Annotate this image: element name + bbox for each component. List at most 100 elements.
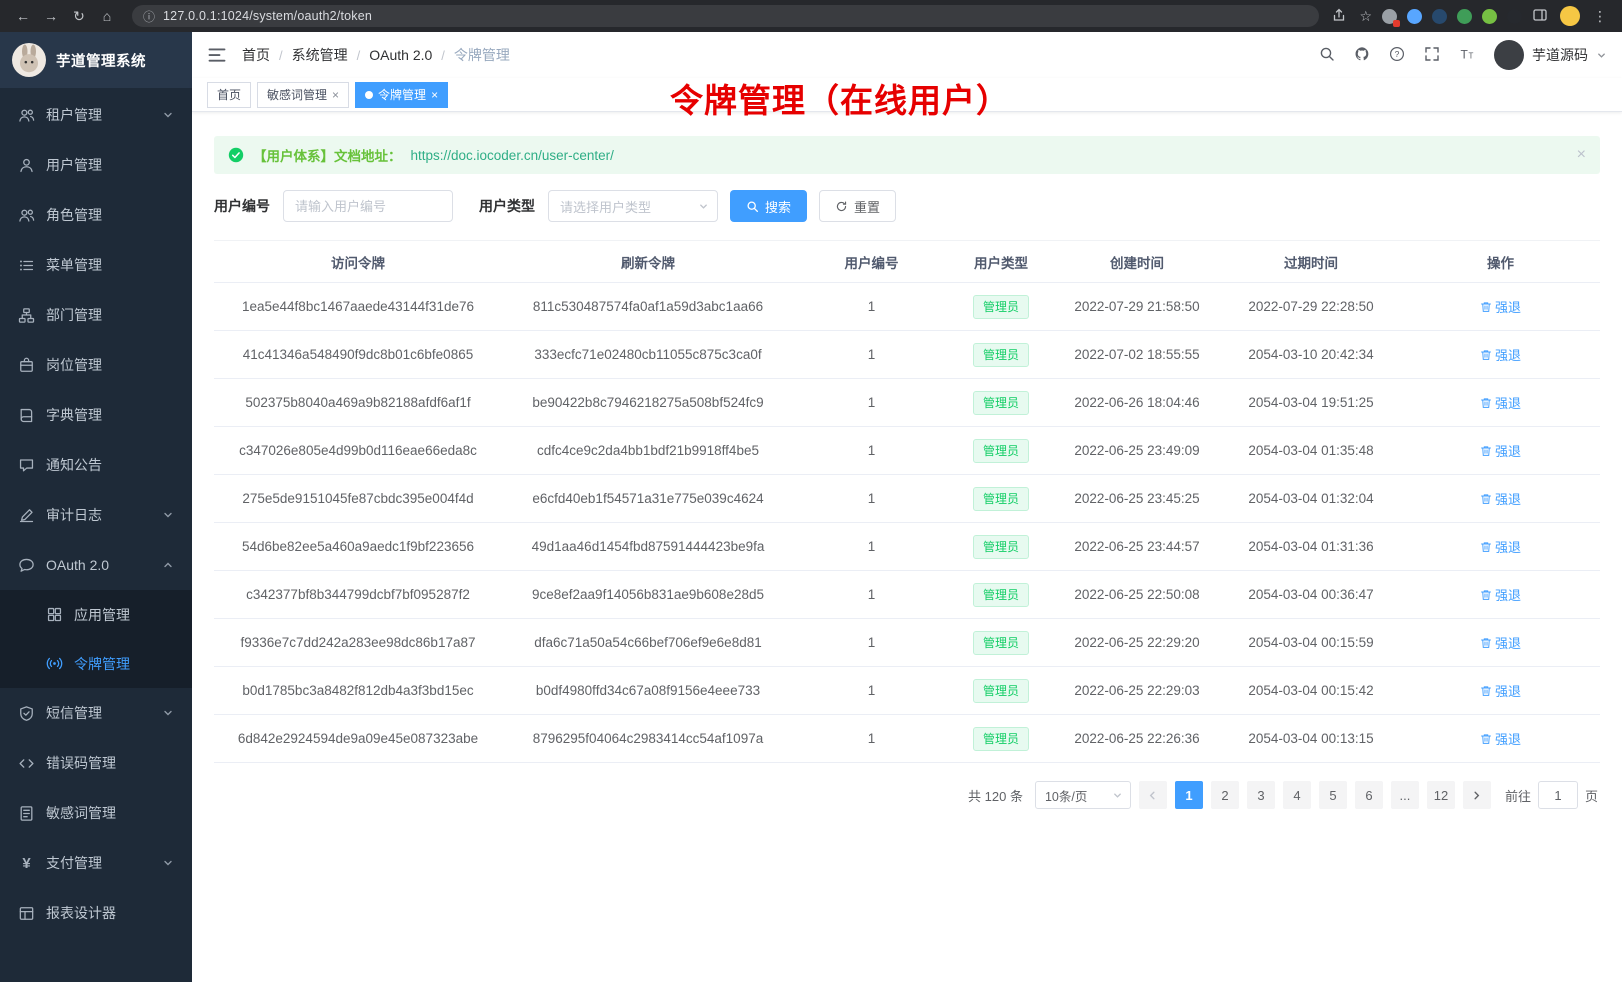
sidebar-item-user[interactable]: 用户管理 xyxy=(0,140,192,190)
sidebar-item-audit-log[interactable]: 审计日志 xyxy=(0,490,192,540)
bookmark-star-icon[interactable]: ☆ xyxy=(1359,8,1372,25)
trash-icon xyxy=(1480,685,1492,697)
sidebar-item-dict[interactable]: 字典管理 xyxy=(0,390,192,440)
search-icon xyxy=(746,200,759,213)
chat-icon xyxy=(18,557,35,574)
sidebar-item-token-manage[interactable]: 令牌管理 xyxy=(0,639,192,688)
tab-token-manage[interactable]: 令牌管理 × xyxy=(355,82,448,108)
page-button-5[interactable]: 5 xyxy=(1319,781,1347,809)
user-id-cell: 1 xyxy=(794,715,949,763)
browser-menu-icon[interactable]: ⋮ xyxy=(1590,8,1610,25)
user-menu[interactable]: 芋道源码 xyxy=(1494,40,1607,70)
sidebar-item-sensitive-word[interactable]: 敏感词管理 xyxy=(0,788,192,838)
font-size-icon[interactable]: TT xyxy=(1459,46,1477,64)
browser-profile-avatar[interactable] xyxy=(1560,6,1580,26)
side-panel-icon[interactable] xyxy=(1532,7,1550,25)
page-button-12[interactable]: 12 xyxy=(1427,781,1455,809)
reset-button[interactable]: 重置 xyxy=(819,190,896,222)
created-time-cell: 2022-06-25 22:26:36 xyxy=(1053,715,1221,763)
force-logout-button[interactable]: 强退 xyxy=(1480,537,1521,556)
prev-page-button[interactable] xyxy=(1139,781,1167,809)
help-icon[interactable]: ? xyxy=(1389,46,1407,64)
force-logout-label: 强退 xyxy=(1495,729,1521,748)
browser-back-icon[interactable]: ← xyxy=(10,3,36,29)
force-logout-button[interactable]: 强退 xyxy=(1480,393,1521,412)
sidebar-item-dept[interactable]: 部门管理 xyxy=(0,290,192,340)
user-type-select[interactable]: 请选择用户类型 xyxy=(548,190,718,222)
breadcrumb-home[interactable]: 首页 xyxy=(242,45,270,65)
search-icon[interactable] xyxy=(1319,46,1337,64)
tab-sensitive-word[interactable]: 敏感词管理 × xyxy=(257,82,349,108)
extension-icon[interactable] xyxy=(1382,9,1397,24)
doc-link[interactable]: https://doc.iocoder.cn/user-center/ xyxy=(411,148,614,163)
sidebar-item-post[interactable]: 岗位管理 xyxy=(0,340,192,390)
goto-page-input[interactable] xyxy=(1538,781,1578,809)
url-bar[interactable]: ⓘ 127.0.0.1:1024/system/oauth2/token xyxy=(132,5,1319,27)
sidebar-item-label: 令牌管理 xyxy=(74,654,130,674)
github-icon[interactable] xyxy=(1354,46,1372,64)
site-info-icon[interactable]: ⓘ xyxy=(143,8,155,25)
force-logout-button[interactable]: 强退 xyxy=(1480,345,1521,364)
force-logout-button[interactable]: 强退 xyxy=(1480,489,1521,508)
trash-icon xyxy=(1480,493,1492,505)
browser-forward-icon[interactable]: → xyxy=(38,3,64,29)
created-time-cell: 2022-06-25 23:45:25 xyxy=(1053,475,1221,523)
next-page-button[interactable] xyxy=(1463,781,1491,809)
browser-reload-icon[interactable]: ↻ xyxy=(66,3,92,29)
extension-icon[interactable] xyxy=(1432,9,1447,24)
force-logout-button[interactable]: 强退 xyxy=(1480,585,1521,604)
force-logout-button[interactable]: 强退 xyxy=(1480,681,1521,700)
sidebar-item-tenant[interactable]: 租户管理 xyxy=(0,90,192,140)
access-token-cell: 6d842e2924594de9a09e45e087323abe xyxy=(214,715,502,763)
breadcrumb-system[interactable]: 系统管理 xyxy=(292,45,348,65)
active-tab-dot xyxy=(365,91,373,99)
tab-home[interactable]: 首页 xyxy=(207,82,251,108)
sidebar-item-oauth2[interactable]: OAuth 2.0 xyxy=(0,540,192,590)
page-button-6[interactable]: 6 xyxy=(1355,781,1383,809)
sidebar-item-role[interactable]: 角色管理 xyxy=(0,190,192,240)
people-icon xyxy=(18,207,35,224)
action-cell: 强退 xyxy=(1401,571,1600,619)
extension-icon[interactable] xyxy=(1507,9,1522,24)
expire-time-cell: 2054-03-04 00:15:42 xyxy=(1221,667,1401,715)
user-type-badge: 管理员 xyxy=(973,343,1029,367)
trash-icon xyxy=(1480,541,1492,553)
trash-icon xyxy=(1480,397,1492,409)
sidebar-item-report-designer[interactable]: 报表设计器 xyxy=(0,888,192,938)
page-button-4[interactable]: 4 xyxy=(1283,781,1311,809)
force-logout-button[interactable]: 强退 xyxy=(1480,729,1521,748)
breadcrumb-oauth2[interactable]: OAuth 2.0 xyxy=(369,47,432,63)
token-table-body: 1ea5e44f8bc1467aaede43144f31de76811c5304… xyxy=(214,283,1600,763)
close-icon[interactable]: × xyxy=(431,88,438,102)
extension-icon[interactable] xyxy=(1457,9,1472,24)
user-id-input[interactable] xyxy=(283,190,453,222)
page-button-3[interactable]: 3 xyxy=(1247,781,1275,809)
page-button-1[interactable]: 1 xyxy=(1175,781,1203,809)
sidebar-item-app-manage[interactable]: 应用管理 xyxy=(0,590,192,639)
refresh-token-cell: 8796295f04064c2983414cc54af1097a xyxy=(502,715,794,763)
extension-icon[interactable] xyxy=(1482,9,1497,24)
chevron-down-icon xyxy=(162,707,174,719)
sidebar-item-sms[interactable]: 短信管理 xyxy=(0,688,192,738)
app-logo xyxy=(12,43,46,77)
share-icon[interactable] xyxy=(1331,7,1349,25)
force-logout-button[interactable]: 强退 xyxy=(1480,633,1521,652)
browser-home-icon[interactable]: ⌂ xyxy=(94,3,120,29)
app-logo-row[interactable]: 芋道管理系统 xyxy=(0,32,192,88)
alert-close-icon[interactable]: × xyxy=(1577,147,1586,163)
sidebar-item-notice[interactable]: 通知公告 xyxy=(0,440,192,490)
fullscreen-icon[interactable] xyxy=(1424,46,1442,64)
page-size-select[interactable]: 10条/页 xyxy=(1035,781,1131,809)
sidebar-toggle-icon[interactable] xyxy=(207,45,227,65)
sidebar-item-error-code[interactable]: 错误码管理 xyxy=(0,738,192,788)
access-token-cell: 1ea5e44f8bc1467aaede43144f31de76 xyxy=(214,283,502,331)
force-logout-button[interactable]: 强退 xyxy=(1480,297,1521,316)
page-button-2[interactable]: 2 xyxy=(1211,781,1239,809)
extension-icon[interactable] xyxy=(1407,9,1422,24)
force-logout-button[interactable]: 强退 xyxy=(1480,441,1521,460)
search-button[interactable]: 搜索 xyxy=(730,190,807,222)
sidebar-item-menu[interactable]: 菜单管理 xyxy=(0,240,192,290)
close-icon[interactable]: × xyxy=(332,88,339,102)
chevron-down-icon xyxy=(1596,50,1607,61)
sidebar-item-pay[interactable]: ¥支付管理 xyxy=(0,838,192,888)
